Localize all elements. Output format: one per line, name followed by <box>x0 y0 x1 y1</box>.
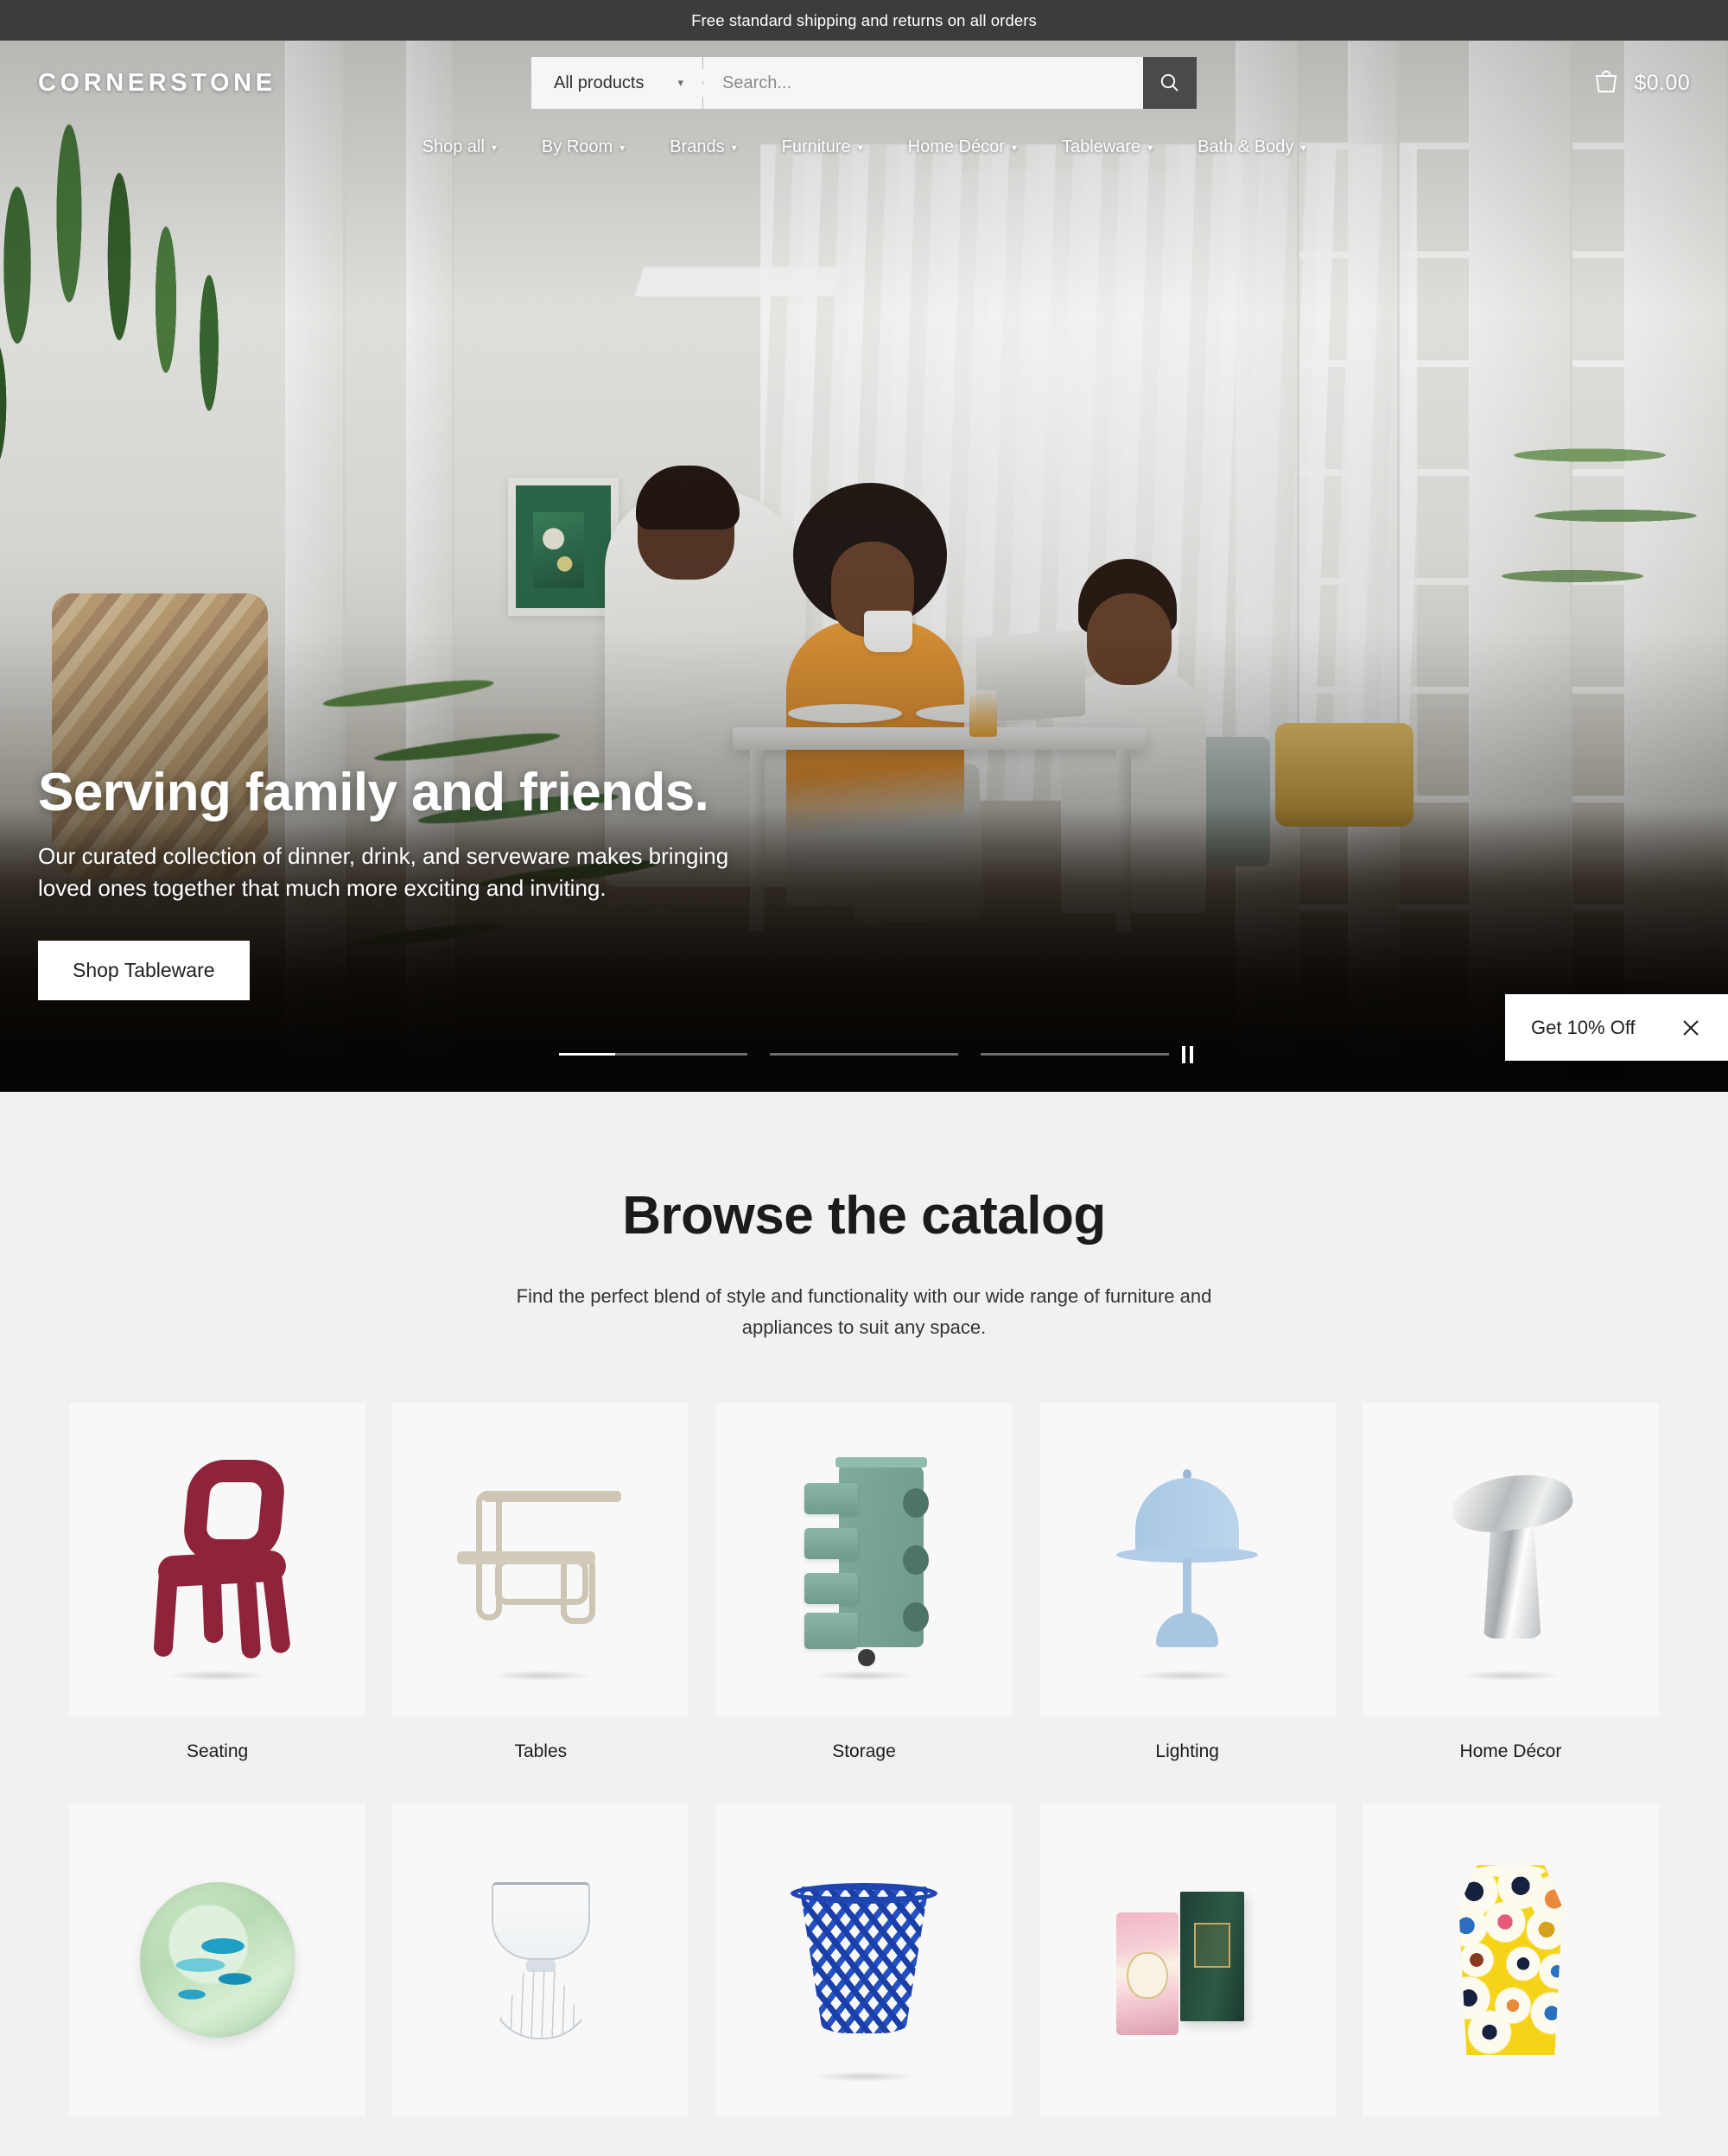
announcement-bar: Free standard shipping and returns on al… <box>0 0 1728 41</box>
nav-label: Brands <box>670 136 725 156</box>
nav-item-furniture[interactable]: Furniture ▾ <box>759 137 886 157</box>
chevron-down-icon: ▾ <box>1011 142 1017 154</box>
patterned-vase-icon <box>1445 1865 1575 2056</box>
main-nav: Shop all ▾ By Room ▾ Brands ▾ Furniture … <box>0 125 1728 168</box>
category-thumbnail <box>392 1403 689 1716</box>
hero-subtitle: Our curated collection of dinner, drink,… <box>38 842 729 901</box>
category-card-lighting[interactable]: Lighting <box>1039 1403 1336 1804</box>
nav-label: Shop all <box>422 136 485 156</box>
category-card-glassware[interactable] <box>392 1804 689 2117</box>
cart-total: $0.00 <box>1634 70 1690 95</box>
goblet-glass-icon <box>476 1874 606 2046</box>
category-label: Seating <box>186 1741 249 1762</box>
category-card-basket[interactable] <box>715 1804 1013 2117</box>
candle-icon <box>1101 1878 1274 2042</box>
nav-item-brands[interactable]: Brands ▾ <box>647 137 759 157</box>
nav-label: Home Décor <box>907 136 1005 156</box>
hero-copy: Serving family and friends. Our curated … <box>38 764 764 1000</box>
promo-popup[interactable]: Get 10% Off <box>1505 994 1728 1061</box>
category-card-home-decor[interactable]: Home Décor <box>1362 1403 1659 1804</box>
category-thumbnail <box>69 1403 366 1716</box>
chevron-down-icon: ▾ <box>1147 142 1153 154</box>
chair-icon <box>136 1460 300 1659</box>
carousel-indicators <box>559 1053 1169 1056</box>
nav-item-bath-body[interactable]: Bath & Body ▾ <box>1175 137 1328 157</box>
nav-item-tableware[interactable]: Tableware ▾ <box>1039 137 1175 157</box>
catalog-grid-row-1: Seating Tables Storage Lighting Home Déc… <box>35 1403 1693 1804</box>
catalog-grid-row-2 <box>35 1804 1693 2117</box>
chevron-down-icon: ▾ <box>857 142 863 154</box>
category-label: Home Décor <box>1459 1741 1562 1762</box>
search-bar: All products ▾ <box>531 57 1197 109</box>
category-thumbnail <box>392 1804 689 2117</box>
category-label: Storage <box>832 1741 896 1762</box>
cart-button[interactable]: $0.00 <box>1591 67 1690 100</box>
carousel-indicator-1[interactable] <box>559 1053 747 1056</box>
nav-item-shop-all[interactable]: Shop all ▾ <box>400 137 519 157</box>
chevron-down-icon: ▾ <box>1300 142 1306 154</box>
search-input[interactable] <box>703 57 1143 109</box>
category-thumbnail <box>1362 1804 1659 2117</box>
promo-label[interactable]: Get 10% Off <box>1531 1017 1636 1039</box>
catalog-title: Browse the catalog <box>622 1186 1106 1246</box>
chevron-down-icon: ▾ <box>491 142 497 154</box>
category-thumbnail <box>1039 1804 1336 2117</box>
category-thumbnail <box>1362 1403 1659 1716</box>
nav-item-by-room[interactable]: By Room ▾ <box>519 137 647 157</box>
search-divider <box>702 69 703 97</box>
category-label: Tables <box>514 1741 568 1762</box>
chevron-down-icon: ▾ <box>619 142 626 154</box>
side-table-icon <box>450 1486 632 1633</box>
category-thumbnail <box>1039 1403 1336 1716</box>
header-row: CORNERSTONE All products ▾ Search... $0.… <box>0 41 1728 125</box>
site-header: CORNERSTONE All products ▾ Search... $0.… <box>0 41 1728 168</box>
category-card-plate[interactable] <box>69 1804 366 2117</box>
pause-icon[interactable] <box>1178 1043 1197 1067</box>
category-card-candle[interactable] <box>1039 1804 1336 2117</box>
search-category-value: All products <box>554 73 645 92</box>
search-icon[interactable] <box>1143 57 1197 109</box>
table-lamp-icon <box>1109 1464 1265 1654</box>
category-card-yellow-vase[interactable] <box>1362 1804 1659 2117</box>
category-thumbnail <box>715 1403 1013 1716</box>
carousel-controls <box>0 1045 1728 1063</box>
page-root: Free standard shipping and returns on al… <box>0 0 1728 2156</box>
hero-title: Serving family and friends. <box>38 763 709 822</box>
storage-trolley-icon <box>791 1455 937 1667</box>
category-card-storage[interactable]: Storage <box>715 1403 1013 1804</box>
carousel-indicator-2[interactable] <box>770 1053 958 1056</box>
category-label: Lighting <box>1155 1741 1219 1762</box>
chevron-down-icon: ▾ <box>677 76 683 89</box>
woven-basket-icon <box>790 1883 937 2034</box>
category-thumbnail <box>715 1804 1013 2117</box>
announcement-text: Free standard shipping and returns on al… <box>691 10 1037 29</box>
nav-item-home-decor[interactable]: Home Décor ▾ <box>886 137 1039 157</box>
chrome-vase-icon <box>1433 1464 1588 1654</box>
catalog-section: Browse the catalog Find the perfect blen… <box>0 1092 1728 2156</box>
category-card-seating[interactable]: Seating <box>69 1403 366 1804</box>
search-category-select[interactable]: All products ▾ <box>531 57 702 109</box>
close-icon[interactable] <box>1676 1013 1706 1043</box>
site-logo[interactable]: CORNERSTONE <box>38 69 276 98</box>
chevron-down-icon: ▾ <box>731 142 737 154</box>
hero-carousel: Serving family and friends. Our curated … <box>0 41 1728 1092</box>
nav-label: By Room <box>541 136 613 156</box>
marbled-plate-icon <box>139 1882 295 2039</box>
nav-label: Tableware <box>1061 136 1141 156</box>
catalog-subtitle: Find the perfect blend of style and func… <box>516 1285 1212 1338</box>
category-card-tables[interactable]: Tables <box>392 1403 689 1804</box>
nav-label: Bath & Body <box>1198 136 1294 156</box>
carousel-indicator-3[interactable] <box>981 1053 1169 1056</box>
category-thumbnail <box>69 1804 366 2117</box>
nav-label: Furniture <box>781 136 851 156</box>
shopping-bag-icon <box>1591 67 1621 100</box>
shop-tableware-button[interactable]: Shop Tableware <box>38 940 250 1000</box>
